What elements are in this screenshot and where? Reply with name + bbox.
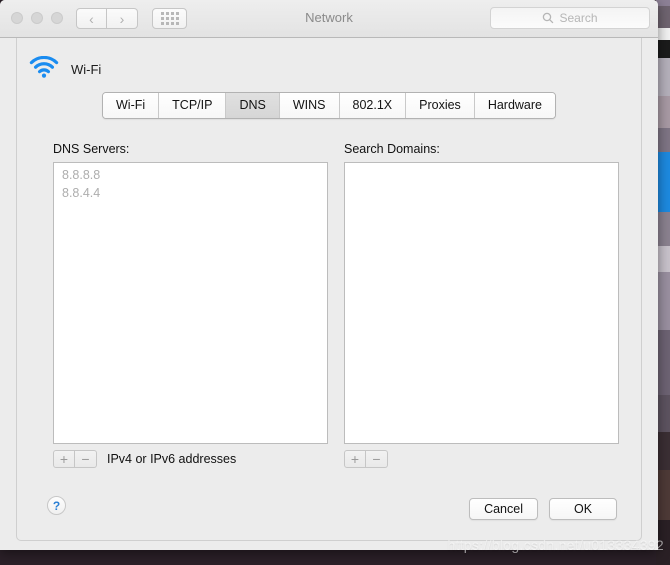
tab-dns-label: DNS xyxy=(239,98,266,112)
remove-dns-server-button[interactable]: − xyxy=(75,450,97,468)
service-name-label: Wi-Fi xyxy=(71,62,102,77)
search-domains-label: Search Domains: xyxy=(344,142,440,156)
minus-icon: − xyxy=(81,451,90,467)
search-icon xyxy=(542,12,554,24)
tab-proxies[interactable]: Proxies xyxy=(406,93,475,118)
plus-icon: + xyxy=(350,451,360,467)
ok-button[interactable]: OK xyxy=(549,498,617,520)
tab-hardware[interactable]: Hardware xyxy=(474,93,555,118)
screen: ‹ › Network Search Wi-Fi Wi-Fi TCP/IP DN… xyxy=(0,0,670,565)
wifi-icon xyxy=(29,55,59,83)
list-item[interactable]: 8.8.4.4 xyxy=(54,184,327,202)
search-domains-list-controls: + − xyxy=(344,450,388,468)
dns-list-controls: + − xyxy=(53,450,97,468)
dns-servers-label: DNS Servers: xyxy=(53,142,130,156)
tab-proxies-label: Proxies xyxy=(419,98,461,112)
list-item[interactable]: 8.8.8.8 xyxy=(54,163,327,184)
desktop-background-strip xyxy=(656,0,670,565)
tab-dns[interactable]: DNS xyxy=(226,93,280,118)
window-titlebar: ‹ › Network Search xyxy=(0,0,658,38)
dns-servers-list[interactable]: 8.8.8.8 8.8.4.4 xyxy=(53,162,328,444)
dns-settings-sheet: Wi-Fi Wi-Fi TCP/IP DNS WINS 802.1X Proxi… xyxy=(16,38,642,541)
question-mark-icon: ? xyxy=(52,498,61,513)
add-search-domain-button[interactable]: + xyxy=(344,450,366,468)
remove-search-domain-button[interactable]: − xyxy=(366,450,388,468)
help-button[interactable]: ? xyxy=(47,496,66,515)
tab-wifi-label: Wi-Fi xyxy=(116,98,146,112)
settings-tab-bar: Wi-Fi TCP/IP DNS WINS 802.1X Proxies Har… xyxy=(102,92,556,119)
ok-button-label: OK xyxy=(573,502,593,516)
cancel-button-label: Cancel xyxy=(484,502,523,516)
tab-tcpip[interactable]: TCP/IP xyxy=(159,93,227,118)
search-domains-list[interactable] xyxy=(344,162,619,444)
minus-icon: − xyxy=(372,451,381,467)
search-field[interactable]: Search xyxy=(490,7,650,29)
service-header: Wi-Fi xyxy=(29,55,102,83)
plus-icon: + xyxy=(59,451,69,467)
dns-hint-text: IPv4 or IPv6 addresses xyxy=(107,452,237,466)
tab-8021x-label: 802.1X xyxy=(352,98,393,112)
sheet-action-buttons: Cancel OK xyxy=(469,498,617,520)
tab-hardware-label: Hardware xyxy=(487,98,542,112)
tab-wifi[interactable]: Wi-Fi xyxy=(103,93,160,118)
tab-8021x[interactable]: 802.1X xyxy=(339,93,407,118)
add-dns-server-button[interactable]: + xyxy=(53,450,75,468)
tab-wins[interactable]: WINS xyxy=(279,93,340,118)
network-preferences-window: ‹ › Network Search Wi-Fi Wi-Fi TCP/IP DN… xyxy=(0,0,658,550)
search-placeholder: Search xyxy=(559,11,598,25)
tab-wins-label: WINS xyxy=(292,98,326,112)
tab-tcpip-label: TCP/IP xyxy=(172,98,213,112)
cancel-button[interactable]: Cancel xyxy=(469,498,538,520)
